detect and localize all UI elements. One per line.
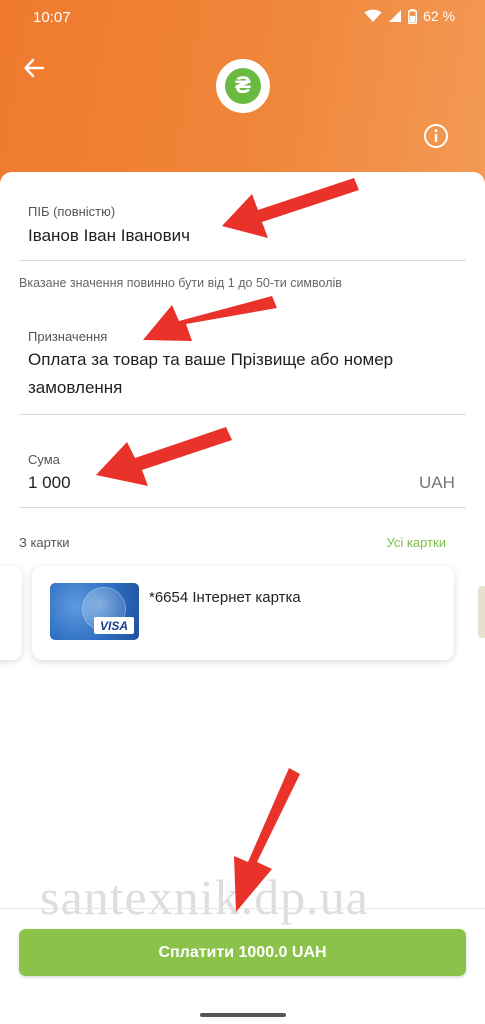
pay-button[interactable]: Сплатити 1000.0 UAH <box>19 929 466 976</box>
amount-field-divider <box>19 507 466 508</box>
selected-card-tile[interactable]: VISA *6654 Інтернет картка <box>32 566 454 660</box>
info-icon <box>424 124 448 148</box>
visa-logo: VISA <box>94 617 134 634</box>
next-card-tile[interactable] <box>478 586 485 638</box>
back-arrow-icon <box>24 58 45 78</box>
battery-percent: 62 % <box>423 8 455 24</box>
previous-card-tile[interactable] <box>0 566 22 660</box>
wifi-icon <box>364 9 382 22</box>
hryvnia-icon: ₴ <box>225 68 261 104</box>
card-name: *6654 Інтернет картка <box>149 589 301 606</box>
purpose-field-divider <box>19 414 466 415</box>
purpose-field-value-line1[interactable]: Оплата за товар та ваше Прізвище або ном… <box>28 350 393 370</box>
all-cards-link[interactable]: Усі картки <box>387 535 446 550</box>
battery-icon <box>408 8 418 24</box>
amount-field-value[interactable]: 1 000 <box>28 473 71 493</box>
name-field-divider <box>19 260 466 261</box>
info-button[interactable] <box>422 122 450 150</box>
bottom-divider <box>0 908 485 909</box>
gesture-bar[interactable] <box>200 1013 286 1017</box>
back-button[interactable] <box>18 52 50 84</box>
name-field-value[interactable]: Іванов Іван Іванович <box>28 226 190 246</box>
status-icons: 62 % <box>364 8 455 24</box>
signal-icon <box>389 10 402 22</box>
card-image: VISA <box>50 583 139 640</box>
status-time: 10:07 <box>33 9 71 26</box>
card-section-label: З картки <box>19 535 70 550</box>
name-field-hint: Вказане значення повинно бути від 1 до 5… <box>19 276 342 290</box>
purpose-field-label: Призначення <box>28 329 108 344</box>
amount-field-label: Сума <box>28 452 60 467</box>
pay-button-label: Сплатити 1000.0 UAH <box>158 943 327 961</box>
app-logo: ₴ <box>216 59 270 113</box>
amount-currency: UAH <box>419 473 455 492</box>
status-bar: 10:07 62 % <box>0 0 485 36</box>
purpose-field-value-line2[interactable]: замовлення <box>28 378 122 398</box>
name-field-label: ПІБ (повністю) <box>28 204 116 219</box>
